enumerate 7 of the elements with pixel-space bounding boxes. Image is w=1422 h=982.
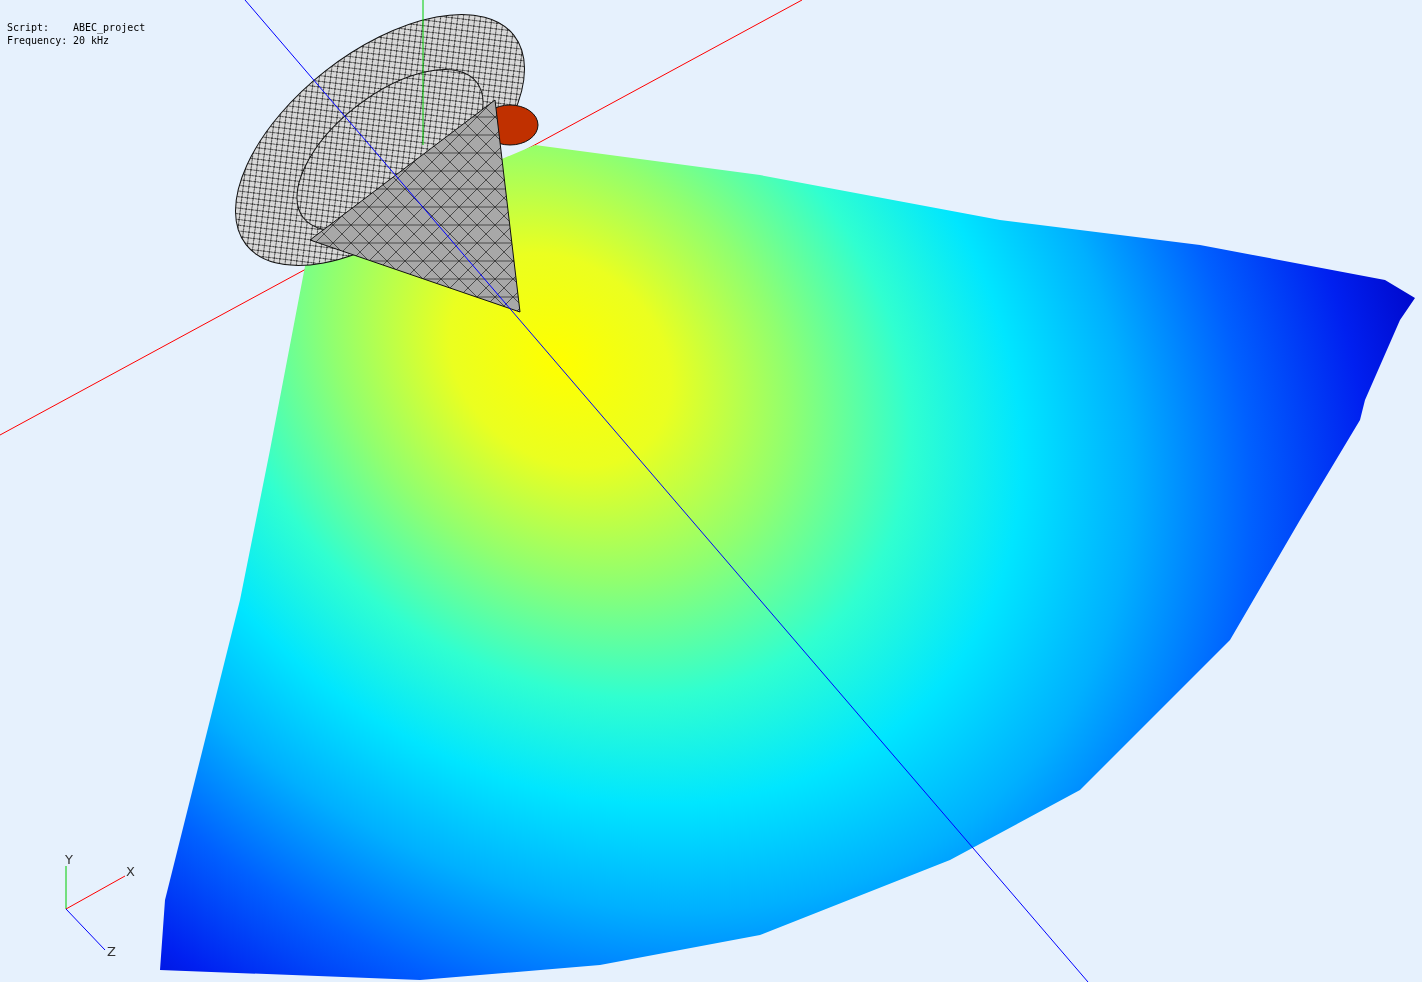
- info-value: ABEC_project: [73, 22, 146, 33]
- axis-label: X: [126, 864, 135, 879]
- axis-label: Z: [107, 944, 116, 959]
- info-value: 20 kHz: [73, 35, 110, 46]
- info-label: Frequency:: [7, 34, 69, 47]
- info-label: Script:: [7, 21, 51, 34]
- axis-label: Y: [65, 852, 73, 867]
